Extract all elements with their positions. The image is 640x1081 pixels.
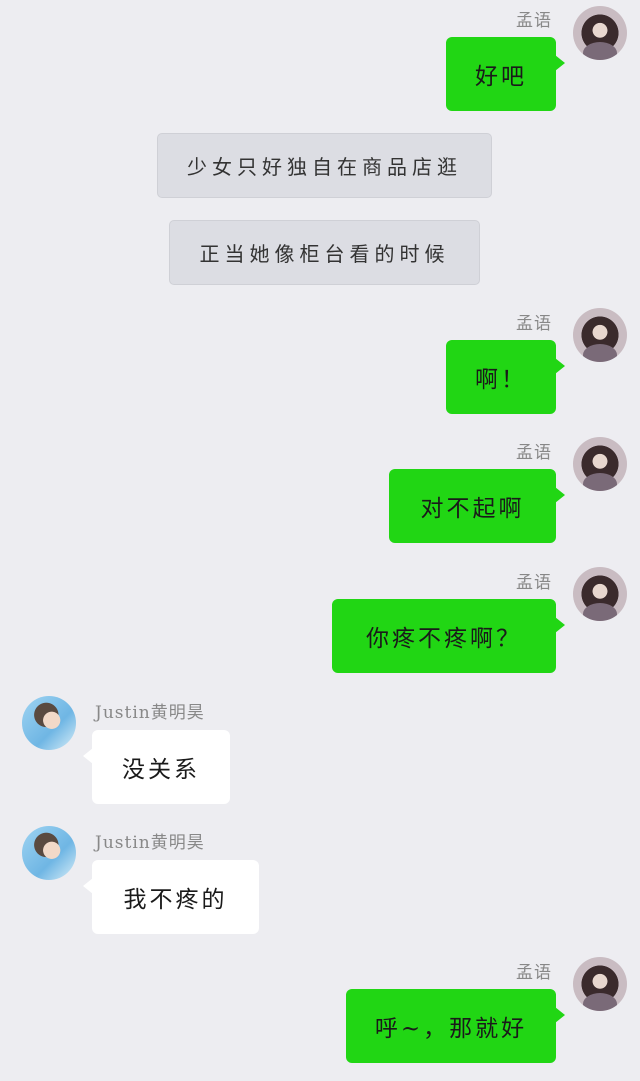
sender-name: 孟语 — [516, 314, 552, 334]
sender-name: 孟语 — [516, 11, 552, 31]
sender-name: 孟语 — [516, 573, 552, 593]
avatar-mengyu[interactable] — [573, 437, 627, 491]
avatar-justin[interactable] — [22, 696, 76, 750]
avatar-mengyu[interactable] — [573, 957, 627, 1011]
message-bubble-sent[interactable]: 呼~，那就好 — [346, 989, 565, 1063]
narration-bubble: 正当她像柜台看的时候 — [169, 220, 480, 285]
avatar-mengyu[interactable] — [573, 6, 627, 60]
avatar-mengyu[interactable] — [573, 308, 627, 362]
sender-name: Justin黄明昊 — [95, 833, 205, 853]
message-bubble-received[interactable]: 没关系 — [83, 730, 230, 804]
avatar-justin[interactable] — [22, 826, 76, 880]
sender-name: 孟语 — [516, 443, 552, 463]
message-bubble-sent[interactable]: 好吧 — [446, 37, 565, 111]
narration-bubble: 少女只好独自在商品店逛 — [157, 133, 492, 198]
message-bubble-sent[interactable]: 对不起啊 — [389, 469, 565, 543]
message-bubble-sent[interactable]: 啊！ — [446, 340, 565, 414]
avatar-mengyu[interactable] — [573, 567, 627, 621]
message-bubble-received[interactable]: 我不疼的 — [83, 860, 259, 934]
sender-name: 孟语 — [516, 963, 552, 983]
message-bubble-sent[interactable]: 你疼不疼啊？ — [332, 599, 565, 673]
sender-name: Justin黄明昊 — [95, 703, 205, 723]
